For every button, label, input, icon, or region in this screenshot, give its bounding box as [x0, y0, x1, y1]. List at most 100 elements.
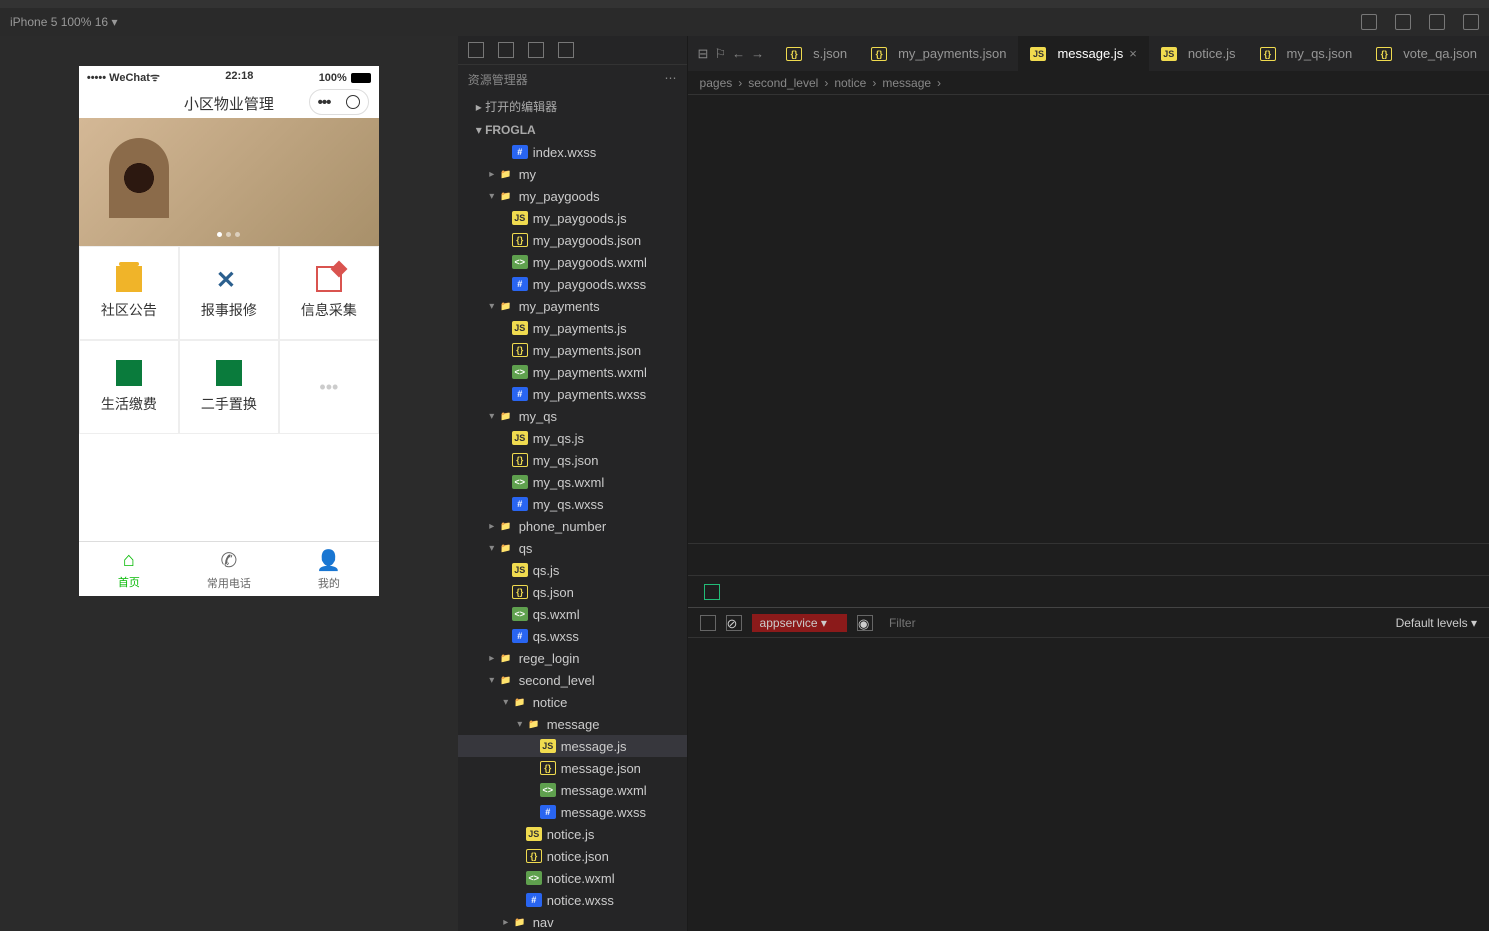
device-bar: iPhone 5 100% 16 ▾: [0, 8, 1489, 36]
open-editors-header[interactable]: ▸ 打开的编辑器: [458, 94, 687, 119]
capsule-button[interactable]: •••: [309, 89, 369, 115]
terminal-tabs: [688, 544, 1489, 576]
search-icon[interactable]: [498, 42, 514, 58]
breadcrumbs[interactable]: pages›second_level›notice›message›: [688, 71, 1489, 95]
grid-item-pay[interactable]: 生活缴费: [79, 340, 179, 434]
tree-qs.json[interactable]: {}qs.json: [458, 581, 687, 603]
tree-message.js[interactable]: JSmessage.js: [458, 735, 687, 757]
tab-s.json[interactable]: {}s.json: [774, 36, 859, 71]
tree-my_qs.js[interactable]: JSmy_qs.js: [458, 427, 687, 449]
tree-qs.wxss[interactable]: #qs.wxss: [458, 625, 687, 647]
status-bar: ••••• WeChatᯤ 22:18 100%: [79, 66, 379, 89]
devtools-tabs: [688, 576, 1489, 608]
tab-my_payments.json[interactable]: {}my_payments.json: [859, 36, 1018, 71]
grid-item-more[interactable]: •••: [279, 340, 379, 434]
tree-my_qs.wxss[interactable]: #my_qs.wxss: [458, 493, 687, 515]
editor-tabs: ⊟ ⚐ ← → {}s.json{}my_payments.jsonJSmessage…: [688, 36, 1489, 71]
tree-my_qs.wxml[interactable]: <>my_qs.wxml: [458, 471, 687, 493]
bookmark-icon[interactable]: ⚐: [714, 46, 726, 62]
tree-message.wxml[interactable]: <>message.wxml: [458, 779, 687, 801]
tree-rege_login[interactable]: ▸📁rege_login: [458, 647, 687, 669]
tree-notice.js[interactable]: JSnotice.js: [458, 823, 687, 845]
tree-my_qs.json[interactable]: {}my_qs.json: [458, 449, 687, 471]
tree-my_payments.wxml[interactable]: <>my_payments.wxml: [458, 361, 687, 383]
levels-select[interactable]: Default levels ▾: [1396, 616, 1477, 630]
tree-notice.wxss[interactable]: #notice.wxss: [458, 889, 687, 911]
edit-icon: [316, 266, 342, 292]
close-icon[interactable]: ×: [1129, 46, 1137, 61]
tab-首页[interactable]: ⌂首页: [79, 542, 179, 596]
tree-my_paygoods[interactable]: ▾📁my_paygoods: [458, 185, 687, 207]
tree-my_payments[interactable]: ▾📁my_payments: [458, 295, 687, 317]
device-select[interactable]: iPhone 5 100% 16 ▾: [10, 15, 117, 29]
tree-message.json[interactable]: {}message.json: [458, 757, 687, 779]
tree-my_payments.json[interactable]: {}my_payments.json: [458, 339, 687, 361]
forward-icon[interactable]: →: [751, 46, 764, 62]
tree-index.wxss[interactable]: #index.wxss: [458, 141, 687, 163]
save-icon[interactable]: [558, 42, 574, 58]
tree-message[interactable]: ▾📁message: [458, 713, 687, 735]
tree-message.wxss[interactable]: #message.wxss: [458, 801, 687, 823]
editor-area: ⊟ ⚐ ← → {}s.json{}my_payments.jsonJSmessage…: [688, 36, 1489, 931]
tree-my_paygoods.json[interactable]: {}my_paygoods.json: [458, 229, 687, 251]
target-icon[interactable]: [346, 95, 360, 109]
page-title: 小区物业管理 •••: [79, 89, 379, 118]
project-header[interactable]: ▾ FROGLA: [458, 119, 687, 141]
tree-my_payments.wxss[interactable]: #my_payments.wxss: [458, 383, 687, 405]
trade-icon: [216, 360, 242, 386]
tree-notice[interactable]: ▾📁notice: [458, 691, 687, 713]
tab-notice.js[interactable]: JSnotice.js: [1149, 36, 1248, 71]
tree-my_paygoods.wxml[interactable]: <>my_paygoods.wxml: [458, 251, 687, 273]
banner-image[interactable]: [79, 118, 379, 246]
grid-item-edit[interactable]: 信息采集: [279, 246, 379, 340]
tree-my[interactable]: ▸📁my: [458, 163, 687, 185]
grid-item-notice[interactable]: 社区公告: [79, 246, 179, 340]
eye-icon[interactable]: ◉: [857, 615, 873, 631]
inspect-icon[interactable]: [704, 584, 720, 600]
play-icon[interactable]: [700, 615, 716, 631]
code-editor[interactable]: [688, 95, 1489, 543]
tab-bar: ⌂首页✆常用电话👤我的: [79, 541, 379, 596]
tab-vote_qa.json[interactable]: {}vote_qa.json: [1364, 36, 1489, 71]
branch-icon[interactable]: [528, 42, 544, 58]
phone-frame: ••••• WeChatᯤ 22:18 100% 小区物业管理 ••• 社区公告…: [79, 66, 379, 596]
tab-我的[interactable]: 👤我的: [279, 542, 379, 596]
tab-message.js[interactable]: JSmessage.js ×: [1018, 36, 1148, 71]
notice-icon: [116, 266, 142, 292]
filter-input[interactable]: [883, 614, 1386, 632]
tree-my_paygoods.js[interactable]: JSmy_paygoods.js: [458, 207, 687, 229]
grid-item-trade[interactable]: 二手置换: [179, 340, 279, 434]
list-icon[interactable]: [468, 42, 484, 58]
tree-qs[interactable]: ▾📁qs: [458, 537, 687, 559]
mute-icon[interactable]: [1429, 14, 1445, 30]
simulator-panel: ••••• WeChatᯤ 22:18 100% 小区物业管理 ••• 社区公告…: [0, 36, 458, 931]
record-icon[interactable]: [1395, 14, 1411, 30]
rotate-icon[interactable]: [1361, 14, 1377, 30]
cut-icon[interactable]: [1463, 14, 1479, 30]
more-icon[interactable]: ⋯: [665, 71, 677, 88]
tree-second_level[interactable]: ▾📁second_level: [458, 669, 687, 691]
tree-phone_number[interactable]: ▸📁phone_number: [458, 515, 687, 537]
tree-nav[interactable]: ▸📁nav: [458, 911, 687, 931]
clear-icon[interactable]: ⊘: [726, 615, 742, 631]
tree-my_qs[interactable]: ▾📁my_qs: [458, 405, 687, 427]
tree-qs.wxml[interactable]: <>qs.wxml: [458, 603, 687, 625]
context-select[interactable]: appservice ▾: [752, 614, 847, 632]
console-toolbar: ⊘ appservice ▾ ◉ Default levels ▾: [688, 608, 1489, 638]
grid-item-repair[interactable]: 报事报修: [179, 246, 279, 340]
home-icon[interactable]: ⊟: [698, 46, 709, 62]
repair-icon: [216, 266, 242, 292]
console-logs[interactable]: [688, 638, 1489, 931]
tree-my_paygoods.wxss[interactable]: #my_paygoods.wxss: [458, 273, 687, 295]
tree-notice.wxml[interactable]: <>notice.wxml: [458, 867, 687, 889]
back-icon[interactable]: ←: [732, 46, 745, 62]
tab-my_qs.json[interactable]: {}my_qs.json: [1248, 36, 1365, 71]
explorer-panel: 资源管理器⋯ ▸ 打开的编辑器 ▾ FROGLA #index.wxss▸📁my…: [458, 36, 688, 931]
tree-qs.js[interactable]: JSqs.js: [458, 559, 687, 581]
tree-my_payments.js[interactable]: JSmy_payments.js: [458, 317, 687, 339]
file-tree: #index.wxss▸📁my▾📁my_paygoodsJSmy_paygood…: [458, 141, 687, 931]
terminal-panel: ⊘ appservice ▾ ◉ Default levels ▾: [688, 543, 1489, 931]
top-menu: [0, 0, 1489, 8]
tree-notice.json[interactable]: {}notice.json: [458, 845, 687, 867]
tab-常用电话[interactable]: ✆常用电话: [179, 542, 279, 596]
